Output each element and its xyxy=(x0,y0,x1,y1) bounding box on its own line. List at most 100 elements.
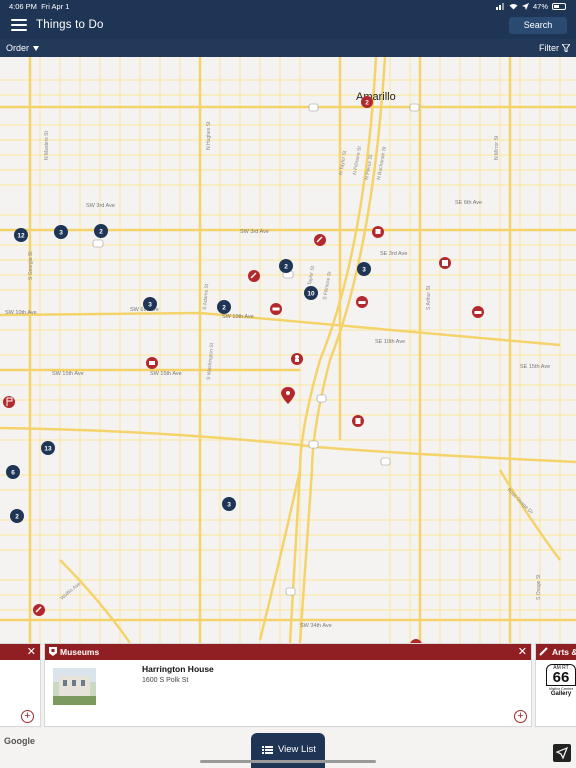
close-icon[interactable]: ✕ xyxy=(27,644,36,660)
nav-bar: Things to Do Search xyxy=(0,13,576,39)
signal-icon xyxy=(495,3,504,10)
filter-bar: Order Filter xyxy=(0,39,576,57)
caret-down-icon xyxy=(33,45,40,51)
add-icon[interactable]: + xyxy=(514,710,527,723)
map-cluster-marker[interactable]: 3 xyxy=(143,297,157,311)
poi-marker-shoe[interactable] xyxy=(356,296,368,308)
place-card-previous[interactable]: ✕ + xyxy=(0,643,41,727)
wifi-icon xyxy=(509,3,518,10)
svg-text:3: 3 xyxy=(148,302,152,309)
place-cards-carousel[interactable]: ✕ + Museums ✕ Harrington House 1600 S Po… xyxy=(0,643,576,728)
order-label: Order xyxy=(6,43,30,53)
map-view[interactable]: SW 3rd Ave SW 3rd Ave SE 3rd Ave SW 6th … xyxy=(0,57,576,643)
svg-text:SW 15th Ave: SW 15th Ave xyxy=(150,371,182,377)
selected-location-pin[interactable] xyxy=(281,387,295,404)
svg-text:SW 34th Ave: SW 34th Ave xyxy=(300,623,332,629)
status-time: 4:06 PM Fri Apr 1 xyxy=(9,2,70,11)
svg-text:Wolflin Ave: Wolflin Ave xyxy=(59,581,82,602)
battery-percent: 47% xyxy=(532,2,548,11)
map-cluster-marker[interactable]: 2 xyxy=(217,300,231,314)
order-dropdown[interactable]: Order xyxy=(6,43,40,53)
svg-text:12: 12 xyxy=(17,233,25,240)
place-card-next[interactable]: Arts & AM RT 66 Visitor Center Gallery xyxy=(535,643,576,727)
svg-text:3: 3 xyxy=(227,502,231,509)
google-logo: Google xyxy=(4,736,35,746)
svg-text:S Arthur St: S Arthur St xyxy=(426,285,432,310)
svg-text:3: 3 xyxy=(59,230,63,237)
menu-icon[interactable] xyxy=(11,19,27,31)
list-icon xyxy=(262,745,273,754)
route-66-logo: AM RT 66 Visitor Center Gallery xyxy=(546,664,576,697)
map-cluster-marker[interactable]: 2 xyxy=(279,259,293,273)
map-cluster-marker[interactable]: 10 xyxy=(304,286,318,300)
svg-text:SW 3rd Ave: SW 3rd Ave xyxy=(240,229,269,235)
close-icon[interactable]: ✕ xyxy=(518,644,527,660)
poi-marker-shoe[interactable] xyxy=(472,306,484,318)
card-header: ✕ xyxy=(0,644,40,660)
major-roads xyxy=(0,57,576,643)
svg-text:SE 6th Ave: SE 6th Ave xyxy=(455,200,482,206)
map-cluster-marker[interactable]: 3 xyxy=(222,497,236,511)
svg-text:S Washington St: S Washington St xyxy=(206,342,215,380)
map-cluster-marker[interactable]: 13 xyxy=(41,441,55,455)
map-cluster-marker[interactable]: 6 xyxy=(6,465,20,479)
svg-text:13: 13 xyxy=(44,446,52,453)
svg-text:6: 6 xyxy=(11,470,15,477)
map-cluster-marker[interactable]: 2 xyxy=(94,224,108,238)
svg-text:N Fillmore St: N Fillmore St xyxy=(352,145,363,175)
poi-marker-arts[interactable] xyxy=(314,234,326,246)
battery-icon xyxy=(552,3,566,10)
bottom-bar: Google View List xyxy=(0,728,576,768)
svg-text:10: 10 xyxy=(307,291,315,298)
status-bar: 4:06 PM Fri Apr 1 47% xyxy=(0,0,576,13)
svg-text:SW 15th Ave: SW 15th Ave xyxy=(52,371,84,377)
poi-marker-monument[interactable] xyxy=(372,226,384,238)
svg-text:2: 2 xyxy=(365,100,369,107)
svg-text:2: 2 xyxy=(222,305,226,312)
svg-text:N Masters St: N Masters St xyxy=(44,130,50,160)
poi-marker-arts[interactable] xyxy=(248,270,260,282)
map-cluster-marker[interactable]: 2 xyxy=(361,96,373,108)
map-cluster-marker[interactable]: 3 xyxy=(54,225,68,239)
map-cluster-marker[interactable]: 3 xyxy=(357,262,371,276)
poi-marker-car[interactable] xyxy=(270,303,282,315)
home-indicator xyxy=(200,760,376,763)
filter-button[interactable]: Filter xyxy=(539,43,570,53)
place-name[interactable]: Harrington House xyxy=(142,664,214,674)
poi-marker-arts[interactable] xyxy=(33,604,45,616)
add-icon[interactable]: + xyxy=(21,710,34,723)
place-card-harrington-house[interactable]: Museums ✕ Harrington House 1600 S Polk S… xyxy=(44,643,532,727)
navigation-arrow-icon xyxy=(555,746,569,760)
filter-label: Filter xyxy=(539,43,559,53)
poi-marker-museum[interactable] xyxy=(352,415,364,427)
poi-marker-building[interactable] xyxy=(439,257,451,269)
card-category: Museums xyxy=(60,647,100,657)
card-header: Arts & xyxy=(536,644,576,660)
street-grid xyxy=(0,57,576,643)
card-category: Arts & xyxy=(552,647,576,657)
page-title: Things to Do xyxy=(36,19,104,31)
poi-marker-person[interactable] xyxy=(291,353,303,365)
place-address: 1600 S Polk St xyxy=(142,677,189,684)
svg-text:SE 10th Ave: SE 10th Ave xyxy=(375,339,405,345)
svg-text:S Georgia St: S Georgia St xyxy=(28,251,34,280)
svg-text:SW 10th Ave: SW 10th Ave xyxy=(222,314,254,320)
palette-icon xyxy=(539,647,548,656)
my-location-button[interactable] xyxy=(553,744,571,762)
map-cluster-marker[interactable]: 12 xyxy=(14,228,28,242)
svg-text:2: 2 xyxy=(284,264,288,271)
museum-icon xyxy=(49,647,57,656)
svg-text:N Hughes St: N Hughes St xyxy=(206,121,212,150)
svg-text:S Osage St: S Osage St xyxy=(536,574,542,600)
svg-text:3: 3 xyxy=(362,267,366,274)
place-thumbnail[interactable] xyxy=(53,668,96,705)
card-header: Museums ✕ xyxy=(45,644,531,660)
poi-marker-flag[interactable] xyxy=(3,396,15,408)
svg-text:SE 3rd Ave: SE 3rd Ave xyxy=(380,251,407,257)
svg-text:SW 3rd Ave: SW 3rd Ave xyxy=(86,203,115,209)
funnel-icon xyxy=(562,44,570,52)
svg-text:2: 2 xyxy=(15,514,19,521)
map-cluster-marker[interactable]: 2 xyxy=(10,509,24,523)
poi-marker-shopping[interactable] xyxy=(146,357,158,369)
search-button[interactable]: Search xyxy=(509,17,567,34)
